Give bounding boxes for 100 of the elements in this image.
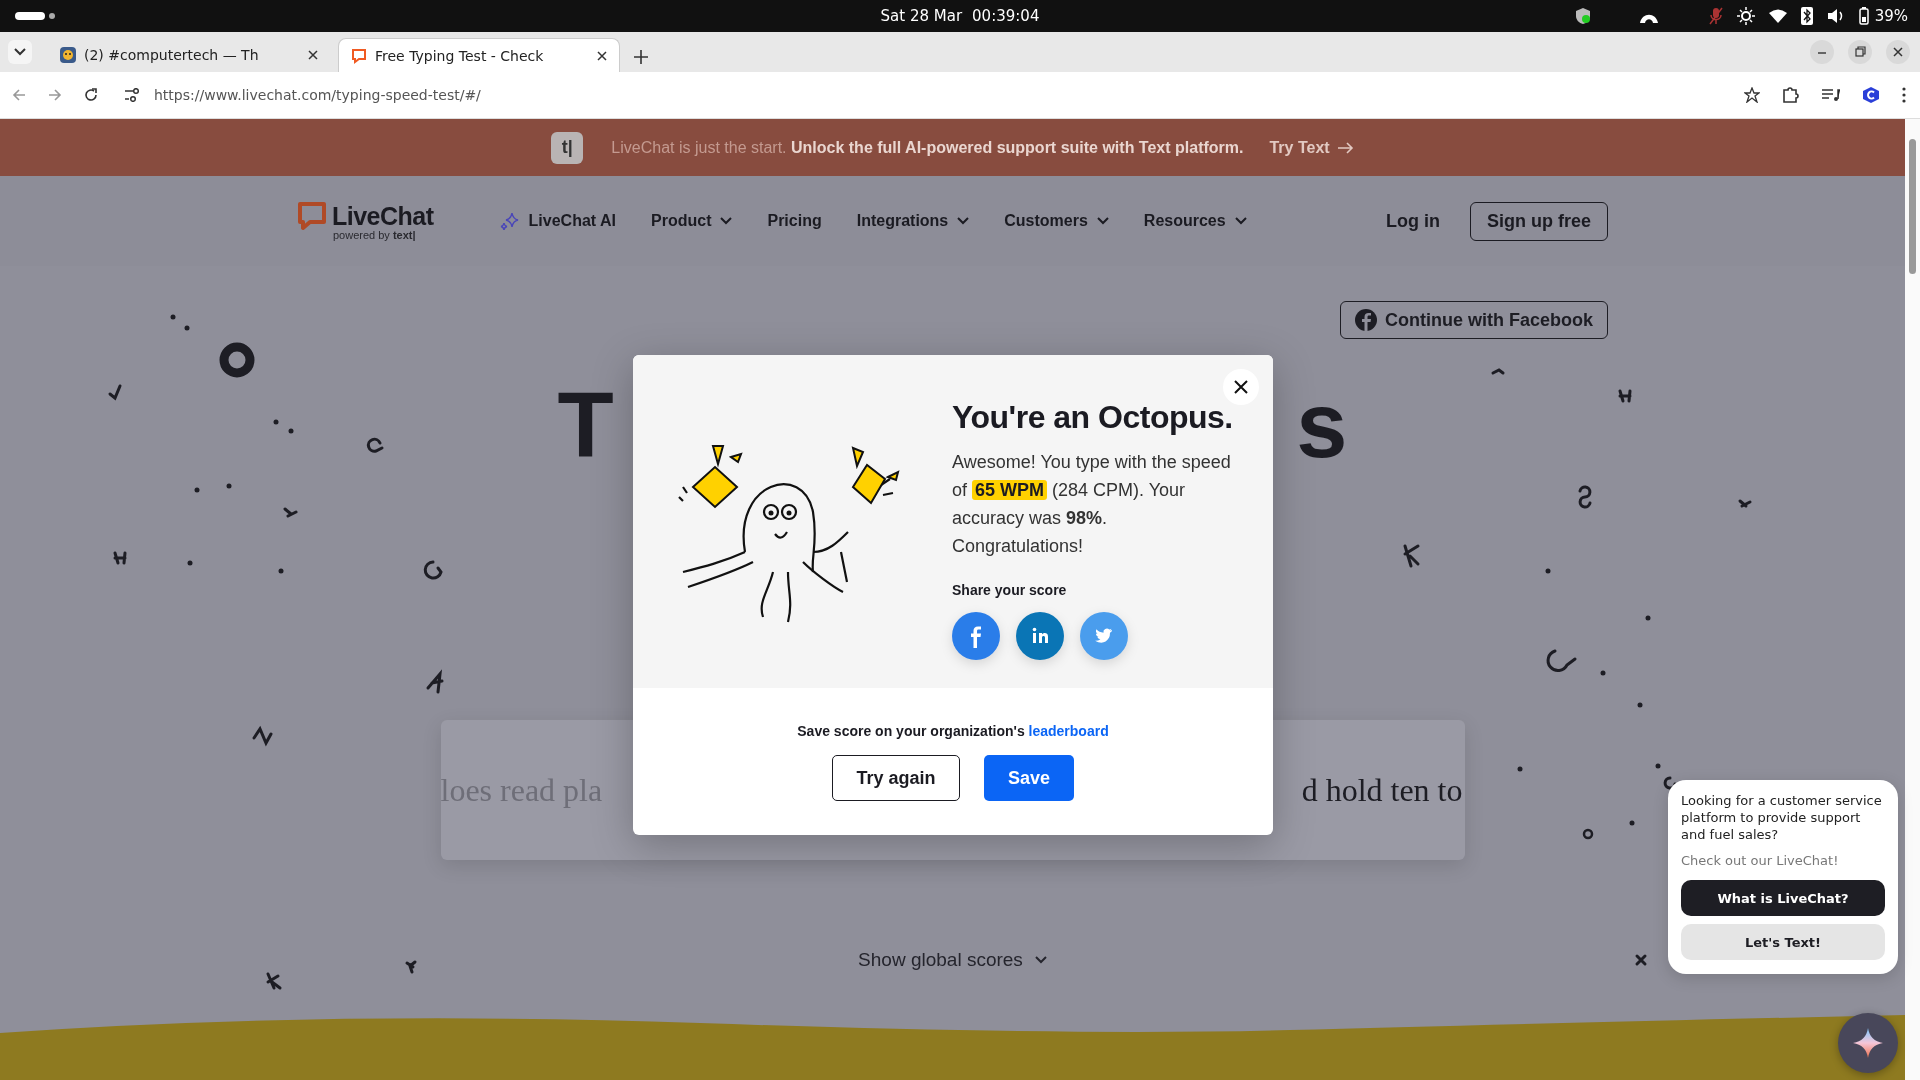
brightness-icon[interactable] [1736, 7, 1755, 25]
chat-bubble-icon [351, 47, 367, 64]
nav-link[interactable]: Resources [1143, 211, 1247, 231]
back-icon[interactable] [12, 88, 26, 102]
nav-link[interactable]: Customers [1004, 211, 1109, 231]
save-button[interactable]: Save [984, 755, 1074, 801]
lets-text-button[interactable]: Let's Text! [1681, 924, 1885, 960]
sparkle-icon [1852, 1027, 1884, 1059]
nav-link[interactable]: Pricing [767, 211, 822, 231]
menu-icon[interactable] [1902, 87, 1906, 103]
save-prompt: Save score on your organization's leaderboard [797, 723, 1109, 739]
dot-doodle [194, 487, 200, 493]
chevron-down-icon [957, 217, 970, 225]
squiggle-doodle [366, 437, 384, 453]
chat-message: Looking for a customer service platform to provide support and fuel sales? [1681, 792, 1883, 843]
media-queue-icon[interactable] [1822, 88, 1840, 102]
squiggle-doodle [1403, 544, 1420, 568]
dot-doodle [1645, 615, 1651, 621]
login-link[interactable]: Log in [1386, 210, 1440, 232]
squiggle-doodle [426, 669, 444, 694]
close-button[interactable] [1223, 369, 1259, 405]
squiggle-doodle [1546, 649, 1577, 672]
squiggle-doodle [266, 972, 282, 990]
forward-icon[interactable] [48, 88, 62, 102]
twitter-share-button[interactable] [1080, 612, 1128, 660]
sparkle-icon [499, 211, 520, 231]
dot-doodle [1637, 702, 1643, 708]
result-title: You're an Octopus. [952, 399, 1234, 436]
extension-icon[interactable] [1862, 86, 1880, 104]
site-favicon [60, 47, 76, 63]
nav-link[interactable]: LiveChat AI [499, 211, 616, 231]
bluetooth-icon[interactable] [1800, 7, 1813, 25]
dot-doodle [1545, 568, 1551, 574]
dot-doodle [170, 314, 176, 320]
linkedin-share-button[interactable] [1016, 612, 1064, 660]
text-logo: t| [551, 131, 584, 164]
minimize-icon[interactable] [1810, 40, 1834, 64]
close-icon[interactable] [308, 50, 318, 60]
squiggle-doodle [1618, 389, 1632, 403]
browser-tab[interactable]: (2) #computertech — Th [48, 38, 330, 72]
chevron-down-icon [1096, 217, 1109, 225]
page-heading: T [557, 375, 614, 475]
signup-button[interactable]: Sign up free [1470, 201, 1608, 241]
squiggle-doodle [108, 384, 122, 401]
dot-doodle [288, 428, 294, 434]
squiggle-doodle [283, 507, 298, 518]
logo-text: LiveChat [332, 201, 434, 231]
tab-list-button[interactable] [8, 40, 32, 64]
battery-icon[interactable] [1858, 7, 1869, 25]
tab-title: Free Typing Test - Check [375, 47, 545, 64]
page-heading: s [1296, 375, 1348, 475]
chevron-down-icon [720, 217, 733, 225]
restore-icon[interactable] [1848, 40, 1872, 64]
clock: 00:39:04 [972, 7, 1040, 25]
dot-doodle [273, 419, 279, 425]
new-tab-icon[interactable] [634, 50, 648, 64]
microphone-muted-icon[interactable] [1708, 7, 1723, 25]
facebook-share-button[interactable] [952, 612, 1000, 660]
try-text-link[interactable]: Try Text [1269, 138, 1354, 157]
close-icon[interactable] [597, 50, 607, 61]
chat-subtext: Check out our LiveChat! [1681, 853, 1840, 868]
site-settings-icon[interactable] [124, 88, 140, 102]
browser-tab[interactable]: Free Typing Test - Check [338, 38, 620, 72]
nav-link[interactable]: Integrations [856, 211, 970, 231]
show-scores-button[interactable]: Show global scores [852, 948, 1053, 972]
ring-doodle [1582, 828, 1594, 840]
upcoming-text: d hold ten to [1301, 771, 1464, 809]
squiggle-doodle [405, 960, 417, 974]
close-icon[interactable] [1886, 40, 1910, 64]
reload-icon[interactable] [84, 88, 98, 102]
arrow-right-icon [1337, 141, 1354, 154]
dot-doodle [226, 483, 232, 489]
volume-icon[interactable] [1826, 8, 1845, 24]
what-is-livechat-button[interactable]: What is LiveChat? [1681, 880, 1885, 916]
date: Sat 28 Mar [880, 7, 963, 25]
squiggle-doodle [252, 725, 273, 747]
activities-icon[interactable] [15, 12, 55, 20]
chevron-down-icon [1034, 956, 1047, 964]
squiggle-doodle [1491, 368, 1505, 375]
address-field[interactable]: https://www.livechat.com/typing-speed-test/#/ [154, 87, 1730, 103]
dot-doodle [1655, 763, 1661, 769]
squiggle-doodle [1578, 485, 1592, 509]
dot-doodle [1517, 766, 1523, 772]
scrollbar-thumb[interactable] [1909, 139, 1916, 274]
leaderboard-link[interactable]: leaderboard [1028, 723, 1109, 739]
squiggle-doodle [1635, 954, 1647, 966]
bookmark-star-icon[interactable] [1744, 87, 1760, 103]
dot-doodle [278, 568, 284, 574]
squiggle-doodle [1738, 499, 1752, 508]
facebook-login-button[interactable]: Continue with Facebook [1340, 301, 1608, 339]
chevron-down-icon [14, 48, 26, 56]
facebook-icon [1355, 309, 1377, 331]
ring-doodle [219, 342, 255, 378]
wifi-icon[interactable] [1768, 9, 1787, 23]
dot-doodle [1600, 670, 1606, 676]
nav-link[interactable]: Product [651, 211, 733, 231]
try-again-button[interactable]: Try again [832, 755, 960, 801]
close-icon [1234, 380, 1248, 394]
puzzle-icon[interactable] [1782, 86, 1800, 104]
shield-icon[interactable] [1574, 7, 1591, 25]
